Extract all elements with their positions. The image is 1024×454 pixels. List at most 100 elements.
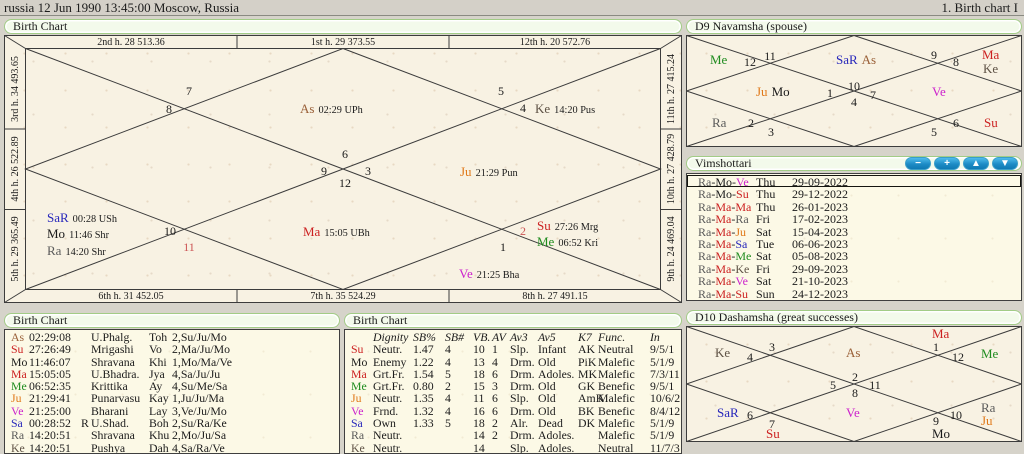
cell: Mrigashi	[91, 343, 149, 355]
cell	[413, 442, 445, 454]
down-arrow-button[interactable]: ▼	[992, 157, 1018, 170]
dasha-row[interactable]: Ra-Ma-MeSat05-08-2023	[687, 249, 1021, 261]
planet-label-su: Su27:26 Mrg	[537, 218, 598, 233]
cell: 1.35	[413, 392, 445, 404]
dasha-list: Ra-Mo-VeThu29-09-2022Ra-Mo-SuThu29-12-20…	[686, 173, 1022, 301]
cell: 4	[445, 343, 473, 355]
sign-number-12: 12	[952, 350, 964, 364]
sign-number-2: 2	[520, 224, 526, 238]
vimshottari-buttons: − + ▲ ▼	[905, 157, 1018, 170]
planet-strength-panel: Birth Chart DignitySB%SB#VB.AVAv3Av5K7Fu…	[344, 313, 682, 454]
planet-label-ra: Ra14:20 Shr	[47, 243, 106, 258]
planet-label-ke: Ke	[983, 61, 998, 76]
sign-number-9: 9	[321, 164, 327, 178]
sign-number-3: 3	[769, 340, 775, 354]
dasha-row[interactable]: Ra-Ma-KeFri29-09-2023	[687, 262, 1021, 274]
table-row: JuNeutr.1.354116Slp.OldAmKMalefic10/6/2	[345, 392, 681, 404]
planet-label-ke: Ke	[715, 345, 730, 360]
cell	[445, 442, 473, 454]
planet-cell: Su	[351, 343, 373, 355]
cell: 2	[492, 429, 510, 441]
sign-number-6: 6	[747, 408, 753, 422]
dasha-row[interactable]: Ra-Ma-RaFri17-02-2023	[687, 212, 1021, 224]
dasha-row[interactable]: Ra-Ma-JuSat15-04-2023	[687, 225, 1021, 237]
cell: 6	[492, 392, 510, 404]
dasha-row[interactable]: Ra-Ma-SuSun24-12-2023	[687, 287, 1021, 299]
dasha-weekday: Sun	[756, 288, 792, 300]
cell: 10	[473, 343, 492, 355]
birth-chart-panel-header: Birth Chart	[4, 19, 682, 34]
cell	[81, 356, 91, 368]
cell: Malefic	[598, 429, 650, 441]
dashamsha-chart: 341122581167910MaKeAsMeSaRSuVeRaJuMo	[686, 326, 1022, 442]
cell: Drm.	[510, 429, 538, 441]
dasha-weekday: Sat	[756, 275, 792, 287]
planet-cell: Ra	[11, 429, 29, 441]
cell: Neutr.	[373, 442, 413, 454]
rasi-chart-lines	[5, 36, 682, 303]
dasha-row[interactable]: Ra-Ma-MaThu26-01-2023	[687, 200, 1021, 212]
planet-label-ma: Ma15:05 UBh	[303, 224, 371, 239]
up-arrow-button[interactable]: ▲	[963, 157, 989, 170]
dasha-row[interactable]: Ra-Ma-SaTue06-06-2023	[687, 237, 1021, 249]
cell: AK	[578, 343, 598, 355]
sign-number-1: 1	[933, 340, 939, 354]
house-border-label: 7th h. 35 524.29	[310, 291, 375, 302]
cell: Slp.	[510, 442, 538, 454]
cell: Khu	[149, 429, 172, 441]
cell	[81, 442, 91, 454]
plus-button[interactable]: +	[934, 157, 960, 170]
house-border-label: 3rd h. 34 493.65	[10, 56, 21, 122]
planet-label-ju: Ju21:29 Pun	[460, 164, 518, 179]
planet-label-su: Su	[984, 115, 998, 130]
planet-label-sar: SaR	[717, 405, 739, 420]
sign-number-11: 11	[869, 378, 881, 392]
planet-label-as: As	[846, 345, 860, 360]
cell: 14	[473, 429, 492, 441]
sign-number-12: 12	[744, 55, 756, 69]
cell: Neutr.	[373, 392, 413, 404]
dasha-date: 05-08-2023	[792, 250, 1020, 262]
planet-label-me: Me	[710, 52, 728, 67]
cell: Infant	[538, 343, 578, 355]
planet-label-ke: Ke14:20 Pus	[535, 101, 595, 116]
dasha-date: 24-12-2023	[792, 288, 1020, 300]
planet-strength-panel-header: Birth Chart	[344, 313, 682, 328]
dasha-row[interactable]: Ra-Mo-SuThu29-12-2022	[687, 187, 1021, 199]
house-border-label: 4th h. 26 522.89	[10, 136, 21, 201]
dasha-row[interactable]: Ra-Mo-VeThu29-09-2022	[687, 175, 1021, 187]
cell: DK	[578, 417, 598, 429]
planet-cell: Ra	[351, 429, 373, 441]
sign-number-11: 11	[183, 240, 195, 254]
sign-number-10: 10	[164, 224, 176, 238]
planet-longitude-panel: Birth Chart As02:29:08U.Phalg.Toh2,Su/Ju…	[4, 313, 340, 454]
cell: Slp.	[510, 392, 538, 404]
cell: Pushya	[91, 442, 149, 454]
cell: AmK	[578, 392, 598, 404]
cell	[81, 392, 91, 404]
cell: 4,Sa/Ra/Ve	[172, 442, 339, 454]
d10-dashamsha-panel: D10 Dashamsha (great successes) 34112258…	[686, 310, 1022, 442]
dasha-lords: Ra-Ma-Su	[698, 288, 756, 300]
cell	[81, 343, 91, 355]
cell	[445, 429, 473, 441]
table-row: Ke14:20:51PushyaDah4,Sa/Ra/Ve	[5, 442, 339, 454]
d10-panel-header: D10 Dashamsha (great successes)	[686, 310, 1022, 325]
planet-label-ve: Ve21:25 Bha	[459, 266, 520, 281]
minus-button[interactable]: −	[905, 157, 931, 170]
cell: R	[81, 417, 91, 429]
sign-number-4: 4	[851, 95, 857, 109]
cell: 2,Mo/Ju/Sa	[172, 429, 339, 441]
sign-number-4: 4	[747, 350, 753, 364]
sign-number-5: 5	[830, 378, 836, 392]
planet-cell: Ke	[11, 442, 29, 454]
titlebar-chart-info: russia 12 Jun 1990 13:45:00 Moscow, Russ…	[4, 0, 239, 15]
titlebar: russia 12 Jun 1990 13:45:00 Moscow, Russ…	[0, 0, 1024, 16]
planet-label-ma: Ma	[932, 326, 950, 341]
cell: 14:20:51	[29, 442, 81, 454]
cell: Neutral	[598, 343, 650, 355]
planet-cell: Ju	[11, 392, 29, 404]
dasha-row[interactable]: Ra-Ma-VeSat21-10-2023	[687, 274, 1021, 286]
cell	[492, 442, 510, 454]
dashamsha-chart-lines	[687, 327, 1022, 442]
